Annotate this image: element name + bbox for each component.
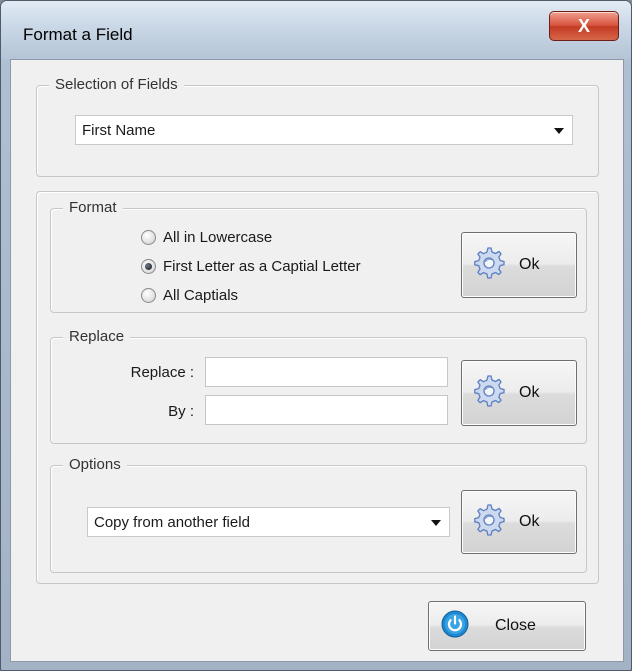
close-icon: X — [577, 15, 590, 36]
gear-icon — [472, 374, 506, 413]
radio-all-caps-indicator — [141, 287, 156, 303]
selection-legend: Selection of Fields — [49, 76, 184, 94]
dialog-body: Selection of Fields First Name Format Al… — [10, 59, 624, 662]
title-bar[interactable]: Format a Field X — [1, 1, 631, 59]
format-group: Format All in Lowercase First Letter as … — [50, 199, 587, 313]
options-select[interactable]: Copy from another field — [87, 507, 450, 537]
window-title: Format a Field — [23, 25, 133, 44]
radio-all-caps[interactable]: All Captials — [141, 284, 238, 306]
by-label: By : — [168, 403, 194, 420]
replace-legend: Replace — [63, 328, 131, 346]
options-select-value: Copy from another field — [94, 513, 250, 531]
radio-lowercase-label: All in Lowercase — [163, 228, 273, 246]
dialog-window: Format a Field X Selection of Fields Fir… — [0, 0, 632, 671]
replace-ok-label: Ok — [519, 384, 540, 401]
chevron-down-icon — [554, 128, 564, 134]
radio-first-letter-indicator — [141, 258, 156, 274]
radio-lowercase-indicator — [141, 229, 156, 245]
gear-icon — [472, 246, 506, 285]
gear-icon — [472, 503, 506, 542]
window-close-button[interactable]: X — [549, 11, 619, 41]
replace-input[interactable] — [205, 357, 448, 387]
chevron-down-icon — [431, 520, 441, 526]
format-ok-button[interactable]: Ok — [461, 232, 577, 298]
options-legend: Options — [63, 456, 127, 474]
field-select[interactable]: First Name — [75, 115, 573, 145]
options-ok-label: Ok — [519, 513, 540, 530]
replace-label: Replace : — [130, 364, 194, 381]
selection-group: Selection of Fields First Name — [36, 76, 599, 177]
radio-first-letter[interactable]: First Letter as a Captial Letter — [141, 255, 361, 277]
by-input[interactable] — [205, 395, 448, 425]
radio-all-caps-label: All Captials — [163, 286, 239, 304]
options-ok-button[interactable]: Ok — [461, 490, 577, 554]
close-button-label: Close — [495, 617, 536, 634]
replace-ok-button[interactable]: Ok — [461, 360, 577, 426]
replace-group: Replace Replace : By : Ok — [50, 328, 587, 444]
options-group: Options Copy from another field Ok — [50, 456, 587, 573]
power-icon — [441, 610, 469, 643]
radio-lowercase[interactable]: All in Lowercase — [141, 226, 272, 248]
actions-container: Format All in Lowercase First Letter as … — [36, 191, 599, 584]
format-legend: Format — [63, 199, 123, 217]
close-button[interactable]: Close — [428, 601, 586, 651]
radio-first-letter-label: First Letter as a Captial Letter — [163, 257, 361, 275]
format-ok-label: Ok — [519, 256, 540, 273]
field-select-value: First Name — [82, 121, 156, 139]
